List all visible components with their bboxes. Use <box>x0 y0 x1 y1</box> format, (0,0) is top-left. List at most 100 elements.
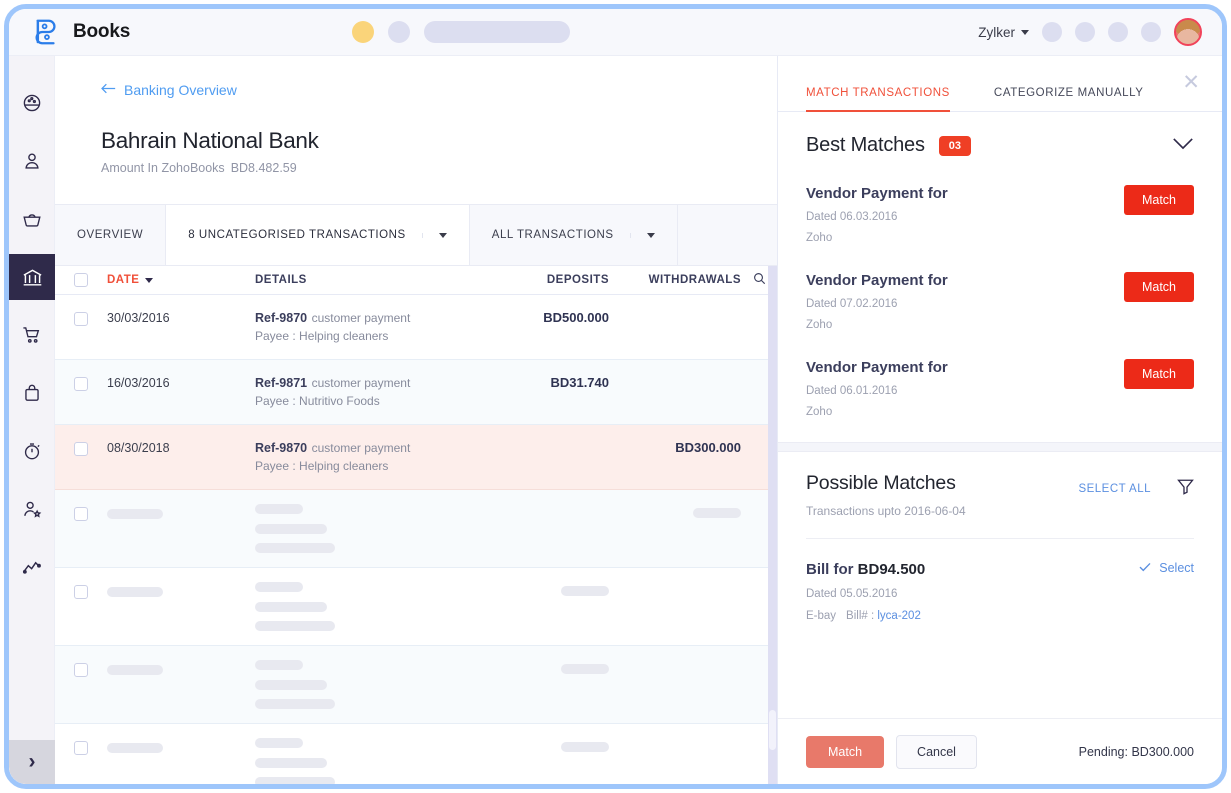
tab-all-transactions[interactable]: ALL TRANSACTIONS <box>470 205 678 265</box>
tab-all-transactions-dropdown[interactable] <box>630 233 655 238</box>
possible-match-select-button[interactable]: Select <box>1139 561 1194 575</box>
person-star-icon <box>21 498 43 520</box>
select-all-button[interactable]: SELECT ALL <box>1078 483 1151 495</box>
user-avatar[interactable] <box>1174 18 1202 46</box>
possible-match-bill-label: Bill# : <box>846 610 874 622</box>
match-title: Vendor Payment for <box>806 272 948 289</box>
tab-overview[interactable]: OVERVIEW <box>55 205 166 265</box>
row-description: customer payment <box>312 376 411 390</box>
header-checkbox[interactable] <box>74 273 88 287</box>
possible-match-amount: BD94.500 <box>858 561 926 578</box>
close-icon[interactable]: ✕ <box>1182 72 1200 93</box>
table-row-skeleton[interactable] <box>55 490 777 568</box>
column-header-details[interactable]: DETAILS <box>255 274 433 286</box>
best-matches-header: Best Matches 03 <box>778 112 1222 175</box>
column-header-date-label: DATE <box>107 274 139 286</box>
best-matches-title: Best Matches <box>806 134 925 157</box>
tab-match-transactions[interactable]: MATCH TRANSACTIONS <box>806 87 950 111</box>
match-source: Zoho <box>806 406 948 418</box>
match-title: Vendor Payment for <box>806 359 948 376</box>
sidebar-expand-button[interactable]: › <box>9 740 55 784</box>
sidebar-item-banking[interactable] <box>9 254 55 300</box>
table-row[interactable]: 30/03/2016 Ref-9870 customer payment Pay… <box>55 295 777 360</box>
table-row-skeleton[interactable] <box>55 646 777 724</box>
books-logo-icon <box>31 17 61 47</box>
column-header-withdrawals[interactable]: WITHDRAWALS <box>609 274 741 286</box>
basket-icon <box>21 208 43 230</box>
chevron-down-icon[interactable] <box>1172 137 1194 155</box>
possible-match-vendor: E-bay <box>806 610 836 622</box>
yellow-circle-icon[interactable] <box>352 21 374 43</box>
row-checkbox[interactable] <box>74 507 88 521</box>
row-checkbox[interactable] <box>74 312 88 326</box>
tab-categorize-manually-label: CATEGORIZE MANUALLY <box>994 87 1144 99</box>
header-icon-placeholder-4[interactable] <box>1141 22 1161 42</box>
table-row[interactable]: 16/03/2016 Ref-9871 customer payment Pay… <box>55 360 777 425</box>
header-checkbox-cell[interactable] <box>55 273 107 287</box>
sidebar-item-accountant[interactable] <box>9 486 55 532</box>
main-content: Banking Overview Bahrain National Bank A… <box>55 56 777 784</box>
organization-label: Zylker <box>978 25 1015 40</box>
sidebar-item-items[interactable] <box>9 196 55 242</box>
match-button[interactable]: Match <box>1124 359 1194 389</box>
possible-matches-list: Bill for BD94.500 Dated 05.05.2016 E-bay… <box>778 539 1222 622</box>
table-row[interactable]: 08/30/2018 Ref-9870 customer payment Pay… <box>55 425 777 490</box>
match-button[interactable]: Match <box>1124 185 1194 215</box>
footer-match-button[interactable]: Match <box>806 736 884 768</box>
skeleton-bar <box>107 509 163 519</box>
column-header-deposits[interactable]: DEPOSITS <box>433 274 609 286</box>
table-scrollbar[interactable] <box>768 266 777 784</box>
row-withdrawal: BD300.000 <box>675 439 741 455</box>
brand-name: Books <box>73 21 130 43</box>
skeleton-bar <box>255 582 303 592</box>
possible-match-item: Bill for BD94.500 Dated 05.05.2016 E-bay… <box>806 561 1194 622</box>
sidebar-item-customers[interactable] <box>9 138 55 184</box>
sidebar-item-dashboard[interactable] <box>9 80 55 126</box>
row-checkbox[interactable] <box>74 741 88 755</box>
column-header-date[interactable]: DATE <box>107 274 255 286</box>
tab-all-transactions-label: ALL TRANSACTIONS <box>492 229 614 241</box>
row-checkbox[interactable] <box>74 663 88 677</box>
chevron-down-icon <box>647 233 655 238</box>
table-header-row: DATE DETAILS DEPOSITS WITHDRAWALS <box>55 266 777 295</box>
sidebar-item-sales[interactable] <box>9 312 55 358</box>
sidebar-item-reports[interactable] <box>9 544 55 590</box>
possible-matches-title: Possible Matches <box>806 472 966 495</box>
table-scrollbar-thumb[interactable] <box>769 710 776 750</box>
row-date: 30/03/2016 <box>107 303 170 325</box>
chevron-down-icon <box>145 278 153 283</box>
footer-cancel-button[interactable]: Cancel <box>896 735 977 769</box>
tab-uncategorised-transactions[interactable]: 8 UNCATEGORISED TRANSACTIONS <box>166 205 470 265</box>
panel-footer: Match Cancel Pending: BD300.000 <box>778 718 1222 784</box>
page-title: Bahrain National Bank <box>101 128 777 154</box>
check-icon <box>1139 561 1151 575</box>
brand[interactable]: Books <box>31 17 130 47</box>
row-description: customer payment <box>312 311 411 325</box>
search-bar-placeholder[interactable] <box>424 21 570 43</box>
row-checkbox[interactable] <box>74 377 88 391</box>
row-deposit: BD500.000 <box>543 309 609 325</box>
breadcrumb[interactable]: Banking Overview <box>101 82 777 98</box>
table-row-skeleton[interactable] <box>55 724 777 784</box>
row-payee: Payee : Helping cleaners <box>255 459 388 473</box>
tab-categorize-manually[interactable]: CATEGORIZE MANUALLY <box>994 87 1144 111</box>
skeleton-bar <box>255 621 335 631</box>
gray-circle-icon[interactable] <box>388 21 410 43</box>
match-title: Vendor Payment for <box>806 185 948 202</box>
match-panel: MATCH TRANSACTIONS CATEGORIZE MANUALLY ✕… <box>777 56 1222 784</box>
header-icon-placeholder-1[interactable] <box>1042 22 1062 42</box>
header-icon-placeholder-3[interactable] <box>1108 22 1128 42</box>
row-checkbox[interactable] <box>74 442 88 456</box>
row-checkbox[interactable] <box>74 585 88 599</box>
table-row-skeleton[interactable] <box>55 568 777 646</box>
row-payee: Payee : Helping cleaners <box>255 329 388 343</box>
tab-uncategorised-dropdown[interactable] <box>422 233 447 238</box>
organization-selector[interactable]: Zylker <box>978 25 1029 40</box>
sidebar-item-purchases[interactable] <box>9 370 55 416</box>
match-button[interactable]: Match <box>1124 272 1194 302</box>
skeleton-bar <box>693 508 741 518</box>
filter-funnel-icon[interactable] <box>1177 478 1194 500</box>
possible-match-bill-number[interactable]: lyca-202 <box>877 610 920 622</box>
sidebar-item-time-tracking[interactable] <box>9 428 55 474</box>
header-icon-placeholder-2[interactable] <box>1075 22 1095 42</box>
